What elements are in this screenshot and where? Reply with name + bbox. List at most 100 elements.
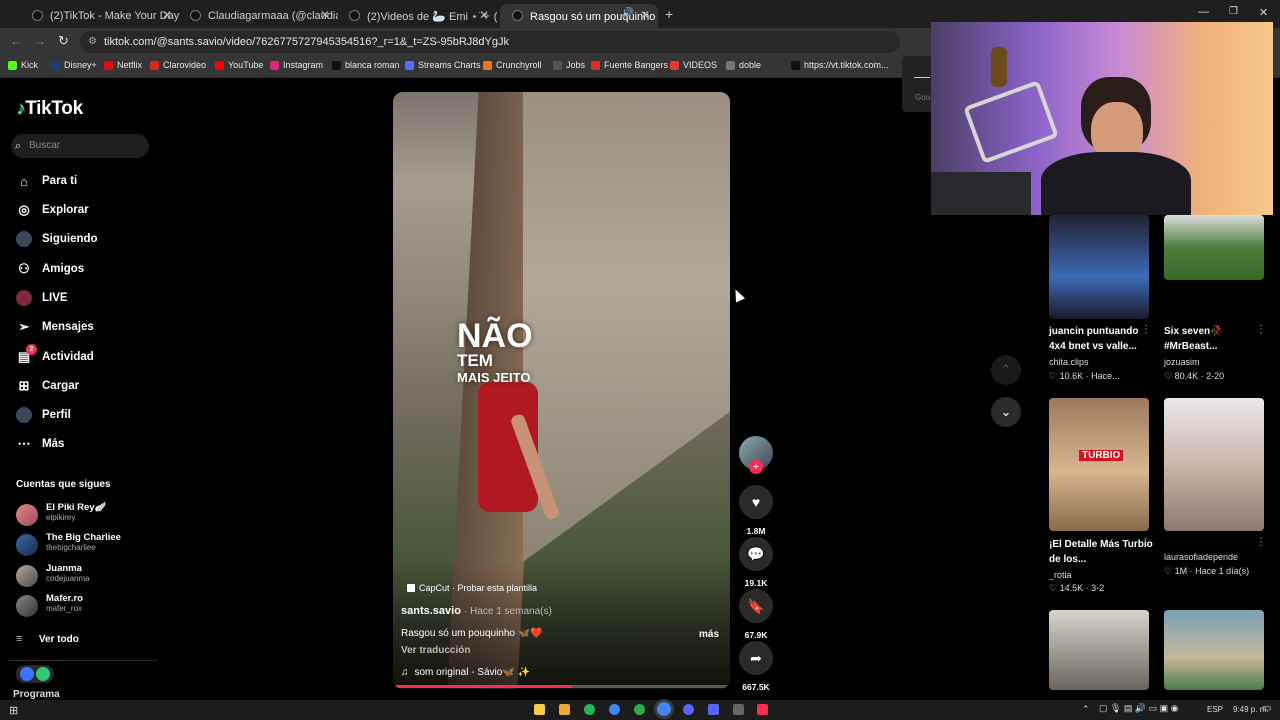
folder-icon[interactable] (559, 704, 570, 715)
close-icon[interactable]: ✕ (640, 8, 650, 22)
bookmark-item[interactable]: Disney+ (51, 60, 97, 70)
bookmark-item[interactable]: Instagram (270, 60, 323, 70)
bookmark-item[interactable]: https://vt.tiktok.com... (791, 60, 889, 70)
back-icon[interactable]: ← (10, 34, 22, 48)
next-video-button[interactable]: ⌄ (991, 397, 1021, 427)
tab-emi-videos[interactable]: (2)Videos de 🦢 Emi ⋆˙✧ (@lly ✕ (337, 4, 497, 28)
bookmark-item[interactable]: Jobs (553, 60, 585, 70)
sidebar-item-explorar[interactable]: ◎ Explorar (16, 199, 88, 221)
tab-claudiagarmaaa[interactable]: Claudiagarmaaa (@claudiagarm ✕ (178, 4, 338, 28)
bookmark-item[interactable]: VIDEOS (670, 60, 717, 70)
close-icon[interactable]: ✕ (162, 8, 172, 22)
video-player[interactable]: NÃO TEM MAIS JEITO CapCut · Probar esta … (393, 92, 730, 689)
bookmark-item[interactable]: Streams Charts (405, 60, 481, 70)
bookmark-item[interactable]: Netflix (104, 60, 142, 70)
close-icon[interactable]: ✕ (479, 8, 489, 22)
followed-account[interactable]: Juanma codejuanma (16, 563, 146, 589)
tiktok-logo[interactable]: ♪TikTok (16, 98, 83, 120)
reload-icon[interactable]: ↻ (58, 33, 69, 49)
bookmark-item[interactable]: YouTube (215, 60, 263, 70)
chrome-profile-icon[interactable] (634, 704, 645, 715)
capcut-template-link[interactable]: CapCut · Probar esta plantilla (407, 583, 537, 593)
file-explorer-icon[interactable] (534, 704, 545, 715)
notifications-icon[interactable]: ▭ (1262, 703, 1271, 714)
share-button[interactable]: ➦ 667.5K (739, 641, 773, 692)
bookmark-item[interactable]: Crunchyroll (483, 60, 542, 70)
new-tab-button[interactable]: + (665, 6, 673, 22)
obs-icon[interactable] (683, 704, 694, 715)
video-thumbnail[interactable] (1049, 215, 1149, 319)
sound-link[interactable]: ♫ som original - Sávio🦋 ✨ (401, 667, 530, 678)
spotify-icon[interactable] (584, 704, 595, 715)
followed-account[interactable]: El Piki Rey🪽 elpikirey (16, 502, 146, 528)
site-info-icon[interactable]: ⚙ (88, 31, 97, 53)
translate-link[interactable]: Ver traducción (401, 645, 470, 656)
sidebar-item-para-ti[interactable]: ⌂ Para ti (16, 170, 77, 192)
bookmark-item[interactable]: Kick (8, 60, 38, 70)
grid-author[interactable]: jozuasim (1164, 357, 1200, 367)
caption-more-link[interactable]: más (699, 629, 719, 640)
video-thumbnail[interactable] (1049, 610, 1149, 690)
video-author[interactable]: sants.savio (401, 605, 461, 617)
author-avatar-button[interactable]: + (739, 436, 773, 474)
grid-title[interactable]: Six seven🥀 #MrBeast... (1164, 324, 1269, 354)
discord-icon[interactable] (708, 704, 719, 715)
grid-author[interactable]: laurasofiadepende (1164, 552, 1238, 562)
progress-track[interactable] (393, 685, 730, 688)
more-options-icon[interactable]: ⋮ (1256, 324, 1266, 335)
see-all-link[interactable]: ≡ Ver todo (16, 629, 79, 645)
search-input[interactable]: ⌕ Buscar (11, 134, 149, 158)
grid-title[interactable]: ¡El Detalle Más Turbio de los... (1049, 537, 1154, 567)
windows-start-icon[interactable]: ⊞ (9, 704, 18, 717)
sidebar-item-actividad[interactable]: ▤ 2 Actividad (16, 344, 94, 368)
close-icon[interactable]: ✕ (320, 8, 330, 22)
app-icon[interactable] (733, 704, 744, 715)
grid-author[interactable]: chita.clips (1049, 357, 1089, 367)
sidebar-item-live[interactable]: ● LIVE (16, 287, 68, 309)
like-button[interactable]: ♥ 1.8M (739, 485, 773, 536)
bookmark-favicon-icon (591, 61, 600, 70)
followed-account[interactable]: Mafer.ro mafer_rox (16, 593, 146, 619)
chrome-icon[interactable] (609, 704, 620, 715)
language-indicator[interactable]: ESP (1207, 705, 1223, 714)
forward-icon[interactable]: → (34, 34, 46, 48)
video-thumbnail[interactable] (1164, 398, 1264, 531)
restore-icon[interactable]: ❐ (1229, 6, 1238, 17)
followed-account[interactable]: The Big Charliee thebigcharliee (16, 532, 146, 558)
comment-button[interactable]: 💬 19.1K (739, 537, 773, 588)
tiktok-app-icon[interactable] (757, 704, 768, 715)
sidebar-item-más[interactable]: ⋯ Más (16, 433, 65, 455)
sidebar-item-amigos[interactable]: ⚇ Amigos (16, 258, 84, 280)
desk-image (931, 172, 1031, 215)
video-thumbnail[interactable] (1164, 215, 1264, 280)
save-button[interactable]: 🔖 67.9K (739, 589, 773, 640)
grid-author[interactable]: _rotia (1049, 570, 1072, 580)
follow-plus-icon[interactable]: + (749, 460, 763, 474)
tab-current-video[interactable]: Rasgou só um pouquinho 🦋 🔊 ✕ (500, 4, 658, 28)
bookmark-label: Instagram (283, 60, 324, 70)
more-options-icon[interactable]: ⋮ (1141, 324, 1151, 335)
tray-expand-icon[interactable]: ⌃ (1082, 704, 1090, 715)
sidebar-item-mensajes[interactable]: ➢ Mensajes (16, 316, 94, 338)
sidebar-item-siguiendo[interactable]: ● Siguiendo (16, 228, 98, 250)
tray-icons[interactable]: ▢ 🎙 ▤ 🔊 ▭ ▣ ◉ (1099, 703, 1179, 714)
bookmark-item[interactable]: blanca roman (332, 60, 400, 70)
tab-tiktok-home[interactable]: (2)TikTok - Make Your Day ✕ (20, 4, 180, 28)
sidebar-item-perfil[interactable]: ● Perfil (16, 404, 71, 426)
previous-video-button[interactable]: ⌃ (991, 355, 1021, 385)
more-options-icon[interactable]: ⋮ (1256, 537, 1266, 548)
grid-title[interactable]: juancin puntuando 4x4 bnet vs valle... (1049, 324, 1154, 354)
chrome-active-icon[interactable] (657, 702, 671, 716)
address-bar[interactable]: ⚙ tiktok.com/@sants.savio/video/76267757… (80, 31, 900, 53)
minimize-icon[interactable]: — (1198, 6, 1209, 18)
close-window-icon[interactable]: ✕ (1259, 6, 1268, 19)
bookmark-item[interactable]: doble (726, 60, 761, 70)
sidebar-item-cargar[interactable]: ⊞ Cargar (16, 375, 80, 397)
program-badge[interactable] (16, 665, 54, 683)
bookmark-item[interactable]: Fuente Bangers (591, 60, 668, 70)
video-thumbnail[interactable] (1164, 610, 1264, 690)
video-thumbnail[interactable]: TURBIO (1049, 398, 1149, 531)
speaker-icon[interactable]: 🔊 (622, 8, 634, 19)
bookmark-item[interactable]: Clarovideo (150, 60, 206, 70)
more-options-icon[interactable]: ⋮ (1141, 537, 1151, 548)
